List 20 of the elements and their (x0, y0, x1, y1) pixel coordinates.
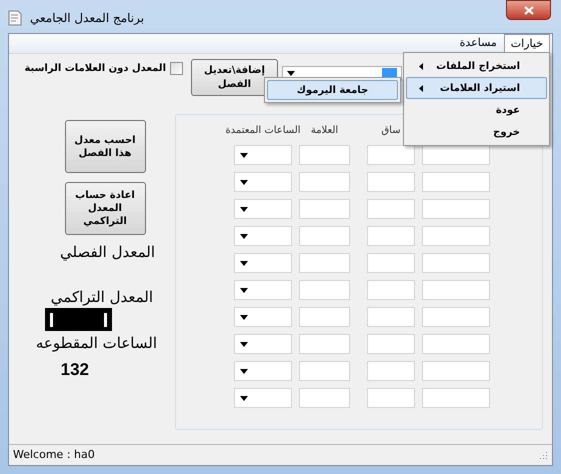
calculate-button[interactable]: اعادة حساب المعدل التراكمي (64, 182, 146, 235)
semester-gpa-label: المعدل الفصلي (60, 242, 155, 263)
menu-item[interactable]: جامعة اليرموك (267, 80, 398, 100)
window-title: برنامج المعدل الجامعي (30, 10, 144, 27)
checkbox-label: المعدل دون العلامات الراسبة (24, 62, 166, 76)
menu-item[interactable]: استخراج الملفات (406, 55, 547, 77)
completed-hours-value: 132 (60, 358, 89, 380)
column-header: العلامة (310, 124, 338, 138)
menu-item[interactable]: استيراد العلامات (406, 77, 547, 99)
cumulative-gpa-label: المعدل التراكمي (50, 286, 153, 308)
column-header: الساعات المعتمدة (225, 124, 301, 138)
completed-hours-label: الساعات المقطوعه (36, 333, 157, 354)
menu-item[interactable]: خروج (406, 121, 547, 143)
menu-item[interactable]: عودة (406, 99, 547, 121)
column-header: ساق (381, 124, 401, 138)
menu-tab[interactable]: مساعدة (452, 34, 504, 53)
status-text: Welcome : ha0 (13, 446, 95, 463)
menu-tab[interactable]: خيارات (504, 34, 550, 53)
add-edit-semester-button[interactable]: إضافة\تعديل الفصل (191, 59, 278, 96)
calculate-button[interactable]: احسب معدل هذا الفصل (64, 120, 146, 173)
